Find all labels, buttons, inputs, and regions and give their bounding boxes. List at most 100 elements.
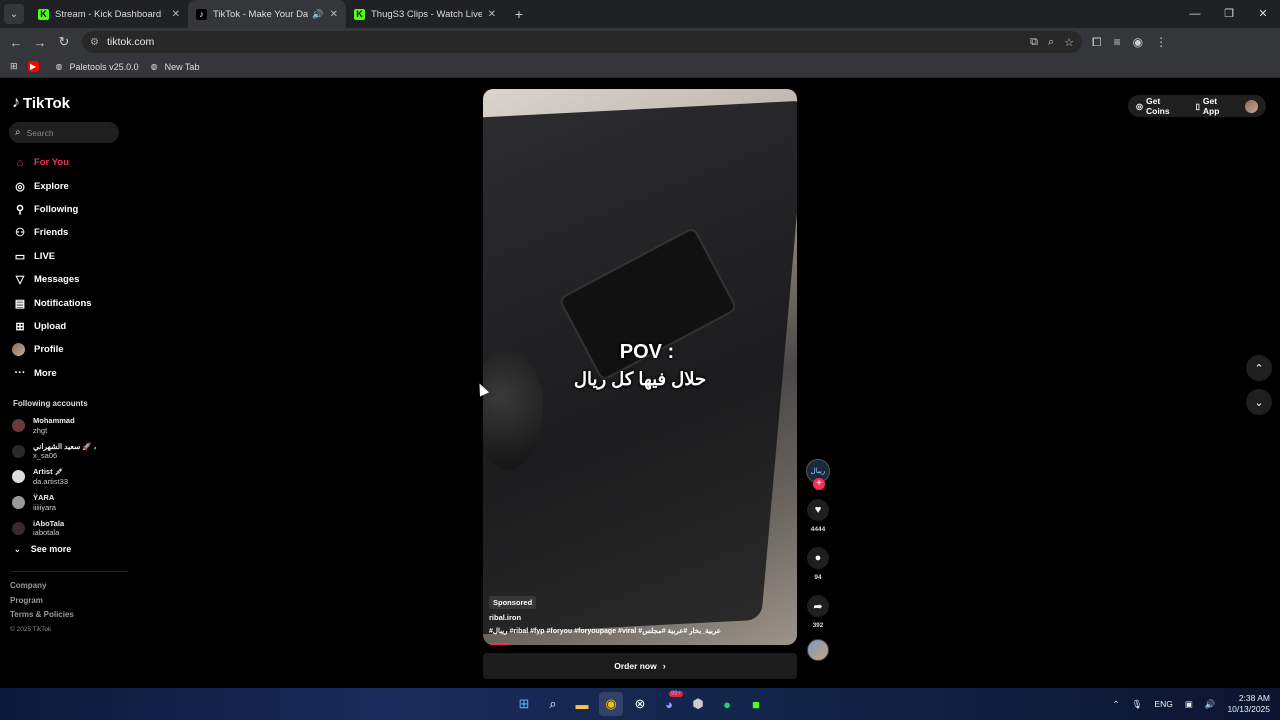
video-hashtags[interactable]: #ريبال #ribal #fyp #foryou #foryoupage #…	[489, 627, 721, 635]
see-more-button[interactable]: ⌄ See more	[14, 544, 71, 554]
chevron-down-icon: ⌄	[1254, 396, 1264, 409]
chevron-down-icon: ⌄	[14, 544, 21, 554]
discord-icon[interactable]: ◕ 99+	[657, 691, 683, 716]
order-now-button[interactable]: Order now ›	[483, 653, 797, 679]
previous-video-button[interactable]: ⌃	[1246, 355, 1272, 381]
back-button[interactable]: ←	[4, 35, 28, 50]
phone-icon: ▯	[1195, 101, 1200, 111]
kick-app-icon[interactable]: ■	[744, 692, 768, 716]
forward-button[interactable]: →	[28, 35, 52, 50]
nav-explore[interactable]: ◎ Explore	[12, 174, 92, 197]
search-icon[interactable]: ⌕	[541, 692, 565, 716]
youtube-icon: ▶	[27, 61, 39, 72]
share-button[interactable]: ➦ 392	[805, 595, 831, 629]
video-progress-bar[interactable]	[489, 643, 510, 645]
menu-icon[interactable]: ⋮	[1155, 35, 1167, 50]
nav-label: Following	[34, 203, 79, 215]
restore-button[interactable]: ❐	[1212, 0, 1246, 28]
install-app-icon[interactable]: ⧉	[1030, 36, 1038, 49]
footer-company[interactable]: Company	[10, 579, 74, 594]
zoom-icon[interactable]: ⌕	[1048, 36, 1054, 49]
nav-friends[interactable]: ⚇ Friends	[12, 221, 92, 244]
avatar	[12, 496, 25, 510]
taskbar-apps: ⊞ ⌕ ▬ ◉ ⊗ ◕ 99+ ⬢ ● ■	[512, 691, 768, 716]
comment-button[interactable]: ● 94	[805, 547, 831, 581]
video-player[interactable]: POV : حلال فيها كل ريال Sponsored ribal.…	[483, 89, 797, 645]
tab-thugs3-clips[interactable]: K ThugS3 Clips - Watch Live on K ✕	[346, 0, 504, 28]
microphone-icon[interactable]: 🎙	[1132, 699, 1143, 710]
extensions-icon[interactable]: ⧠	[1092, 35, 1102, 50]
nav-upload[interactable]: ⊞ Upload	[12, 315, 92, 338]
tab-tiktok[interactable]: ♪ TikTok - Make Your Day 🔊 ✕	[188, 0, 346, 28]
nav-profile[interactable]: Profile	[12, 338, 92, 361]
nav-label: Friends	[34, 227, 69, 239]
get-app-label: Get App	[1202, 96, 1220, 116]
video-author[interactable]: ribal.iron	[489, 613, 521, 622]
speaker-icon[interactable]: 🔊	[312, 9, 323, 20]
tiktok-logo[interactable]: ♪ TikTok	[12, 94, 70, 112]
windows-start-icon[interactable]: ⊞	[512, 692, 536, 716]
chevron-up-icon[interactable]: ⌃	[1112, 699, 1119, 710]
account-username: iiiiiyara	[33, 502, 56, 512]
copyright: © 2025 TikTok	[10, 625, 52, 633]
search-placeholder: Search	[26, 127, 54, 138]
close-icon[interactable]: ✕	[172, 9, 180, 20]
like-button[interactable]: ♥ 4444	[805, 499, 831, 533]
bookmark-label: Paletools v25.0.0	[69, 61, 139, 72]
account-name: Mohammad	[33, 416, 75, 426]
close-icon[interactable]: ✕	[330, 9, 338, 20]
spotify-icon[interactable]: ●	[715, 692, 739, 716]
minimize-button[interactable]: —	[1178, 0, 1212, 28]
like-count: 4444	[810, 526, 826, 533]
music-disc[interactable]	[807, 639, 829, 661]
file-explorer-icon[interactable]: ▬	[570, 692, 594, 716]
nav-messages[interactable]: ▽ Messages	[12, 268, 92, 291]
network-icon[interactable]: ▣	[1185, 699, 1193, 710]
xbox-icon[interactable]: ⊗	[628, 692, 652, 716]
video-caption-line2: حلال فيها كل ريال	[573, 369, 707, 389]
close-icon[interactable]: ✕	[488, 9, 496, 20]
profile-avatar-icon[interactable]: ◉	[1133, 35, 1143, 50]
nav-notifications[interactable]: ▤ Notifications	[12, 291, 92, 314]
bookmark-paletools[interactable]: ◍ Paletools v25.0.0	[54, 61, 139, 72]
steam-icon[interactable]: ⬢	[686, 692, 710, 716]
nav-live[interactable]: ▭ LIVE	[12, 245, 92, 268]
creator-avatar[interactable]: ريبال +	[806, 459, 830, 490]
account-item[interactable]: Mohammad zhgt	[12, 413, 96, 439]
bookmark-star-icon[interactable]: ☆	[1064, 36, 1074, 49]
site-info-icon[interactable]: ⚙	[90, 37, 99, 48]
tab-search-button[interactable]: ⌄	[4, 4, 24, 24]
next-video-button[interactable]: ⌄	[1246, 389, 1272, 415]
chrome-icon[interactable]: ◉	[599, 692, 623, 716]
get-app-button[interactable]: ▯ Get App	[1196, 96, 1236, 116]
media-controls-icon[interactable]: ≡	[1114, 35, 1121, 50]
footer-terms[interactable]: Terms & Policies	[10, 608, 74, 623]
account-item[interactable]: سعيد الشهراني 🚀 ، x_sa06	[12, 439, 96, 465]
account-item[interactable]: ŸARA iiiiiyara	[12, 490, 96, 516]
close-window-button[interactable]: ✕	[1246, 0, 1280, 28]
avatar	[12, 419, 25, 433]
bookmarks-bar: ⊞ ▶ ◍ Paletools v25.0.0 ◍ New Tab	[0, 56, 1280, 78]
clock[interactable]: 2:38 AM 10/13/2025	[1227, 693, 1270, 715]
nav-following[interactable]: ⚲ Following	[12, 198, 92, 221]
tab-kick-dashboard[interactable]: K Stream - Kick Dashboard ✕	[30, 0, 188, 28]
nav-more[interactable]: ··· More	[12, 362, 92, 385]
bookmark-new-tab[interactable]: ◍ New Tab	[149, 61, 200, 72]
apps-icon[interactable]: ⊞	[10, 61, 18, 72]
address-bar[interactable]: ⚙ tiktok.com ⧉ ⌕ ☆	[82, 31, 1082, 53]
nav-for-you[interactable]: ⌂ For You	[12, 151, 92, 174]
bookmark-youtube[interactable]: ▶	[27, 61, 44, 72]
new-tab-button[interactable]: +	[508, 6, 530, 22]
avatar[interactable]	[1245, 99, 1259, 113]
search-input[interactable]: ⌕ Search	[9, 122, 119, 143]
footer-program[interactable]: Program	[10, 594, 74, 609]
get-coins-button[interactable]: ◎ Get Coins	[1136, 96, 1186, 116]
compass-icon: ◎	[15, 180, 25, 193]
account-name: Artist 💉	[33, 467, 65, 477]
reload-button[interactable]: ↻	[52, 34, 76, 50]
account-item[interactable]: iAboTala iabotala	[12, 515, 96, 541]
account-item[interactable]: Artist 💉 da.artist33	[12, 464, 96, 490]
volume-icon[interactable]: 🔊	[1205, 699, 1216, 710]
language-indicator[interactable]: ENG	[1154, 699, 1172, 709]
follow-plus-icon[interactable]: +	[813, 478, 825, 490]
